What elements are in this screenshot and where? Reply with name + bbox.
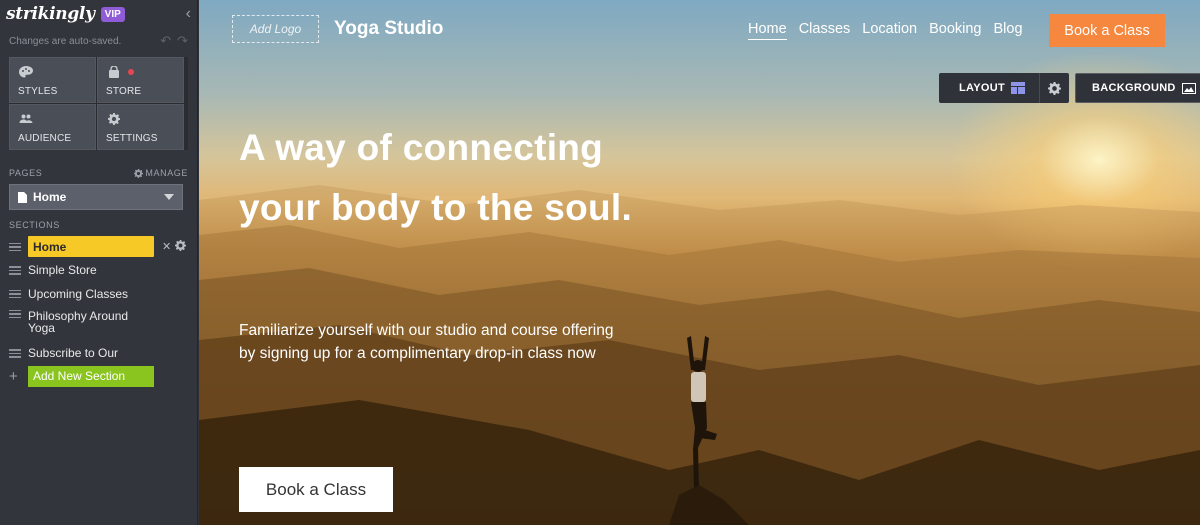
layout-group: LAYOUT	[939, 73, 1070, 103]
pages-title: PAGES	[9, 168, 43, 178]
gear-icon	[1048, 81, 1062, 95]
sections-header: SECTIONS	[9, 220, 60, 230]
gear-icon	[134, 168, 144, 178]
section-label: Home	[28, 236, 154, 258]
site-header: Add Logo Yoga Studio Home Classes Locati…	[199, 14, 1200, 47]
hero-headline[interactable]: A way of connecting your body to the sou…	[239, 118, 659, 238]
styles-label: STYLES	[18, 86, 58, 97]
background-button[interactable]: BACKGROUND	[1075, 73, 1200, 103]
drag-handle-icon[interactable]	[9, 242, 21, 251]
nav-link-blog[interactable]: Blog	[994, 21, 1023, 40]
background-label: BACKGROUND	[1092, 82, 1176, 94]
nav-link-booking[interactable]: Booking	[929, 21, 981, 40]
add-new-section-button[interactable]: Add New Section	[28, 365, 154, 387]
autosave-text: Changes are auto-saved.	[9, 35, 122, 47]
site-preview: Add Logo Yoga Studio Home Classes Locati…	[199, 0, 1200, 525]
section-label: Subscribe to Our	[28, 346, 119, 361]
section-item-simple-store[interactable]: Simple Store	[0, 259, 197, 283]
yoga-figure-image	[669, 336, 749, 525]
delete-section-icon[interactable]: ✕	[162, 240, 171, 253]
add-logo-placeholder[interactable]: Add Logo	[232, 15, 319, 43]
drag-handle-icon[interactable]	[9, 266, 21, 275]
redo-icon[interactable]: ↷	[177, 33, 188, 49]
section-settings-button[interactable]	[1039, 73, 1069, 103]
page-selector[interactable]: Home	[9, 184, 183, 210]
strikingly-logo: strikingly	[6, 4, 95, 24]
drag-handle-icon[interactable]	[9, 309, 21, 318]
drag-handle-icon[interactable]	[9, 349, 21, 358]
nav-link-location[interactable]: Location	[862, 21, 917, 40]
section-label: Simple Store	[28, 263, 97, 278]
manage-pages-button[interactable]: MANAGE	[134, 168, 188, 178]
shopping-bag-icon	[109, 66, 119, 78]
plus-icon: +	[9, 367, 18, 385]
settings-label: SETTINGS	[106, 133, 158, 144]
styles-tile[interactable]: STYLES	[9, 57, 96, 103]
vip-badge: VIP	[100, 6, 125, 22]
hero-book-class-button[interactable]: Book a Class	[239, 467, 393, 512]
store-label: STORE	[106, 86, 142, 97]
gear-icon	[108, 113, 120, 125]
sidebar-header: strikingly VIP ‹	[0, 0, 197, 28]
section-item-upcoming-classes[interactable]: Upcoming Classes	[0, 282, 197, 306]
sections-list: Home ✕ Simple Store Upcoming Classes Phi…	[0, 235, 197, 387]
chevron-down-icon	[164, 194, 174, 200]
section-item-subscribe[interactable]: Subscribe to Our	[0, 342, 197, 366]
pages-header: PAGES MANAGE	[9, 168, 188, 178]
editor-tiles: STYLES STORE AUDIENCE SETTINGS	[9, 57, 188, 150]
palette-icon	[19, 66, 33, 78]
section-item-philosophy[interactable]: Philosophy Around Yoga	[0, 306, 197, 342]
image-icon	[1181, 82, 1196, 94]
audience-tile[interactable]: AUDIENCE	[9, 104, 96, 150]
hero-subtitle[interactable]: Familiarize yourself with our studio and…	[239, 320, 619, 365]
store-tile[interactable]: STORE	[97, 57, 184, 103]
manage-label: MANAGE	[145, 168, 188, 178]
section-item-home[interactable]: Home ✕	[0, 235, 197, 259]
page-icon	[18, 191, 27, 203]
audience-label: AUDIENCE	[18, 133, 72, 144]
nav-link-home[interactable]: Home	[748, 21, 787, 40]
store-notification-dot	[128, 69, 134, 75]
gear-icon[interactable]	[175, 240, 187, 251]
drag-handle-icon[interactable]	[9, 289, 21, 298]
undo-icon[interactable]: ↶	[160, 33, 171, 49]
site-nav: Home Classes Location Booking Blog	[748, 21, 1023, 40]
section-editor-toolbar: LAYOUT BACKGROUND	[939, 73, 1200, 103]
autosave-row: Changes are auto-saved. ↶ ↷	[0, 28, 197, 54]
current-page-name: Home	[33, 190, 67, 204]
layout-label: LAYOUT	[959, 82, 1006, 94]
editor-sidebar: strikingly VIP ‹ Changes are auto-saved.…	[0, 0, 198, 525]
settings-tile[interactable]: SETTINGS	[97, 104, 184, 150]
collapse-sidebar-icon[interactable]: ‹	[186, 5, 191, 23]
nav-book-class-button[interactable]: Book a Class	[1049, 14, 1165, 47]
section-label: Philosophy Around Yoga	[28, 308, 129, 335]
section-label: Upcoming Classes	[28, 286, 129, 301]
layout-button[interactable]: LAYOUT	[939, 73, 1039, 103]
site-title[interactable]: Yoga Studio	[334, 18, 443, 40]
people-icon	[19, 114, 33, 123]
nav-link-classes[interactable]: Classes	[799, 21, 851, 40]
add-section-row[interactable]: + Add New Section	[0, 365, 197, 387]
layout-icon	[1011, 82, 1026, 94]
